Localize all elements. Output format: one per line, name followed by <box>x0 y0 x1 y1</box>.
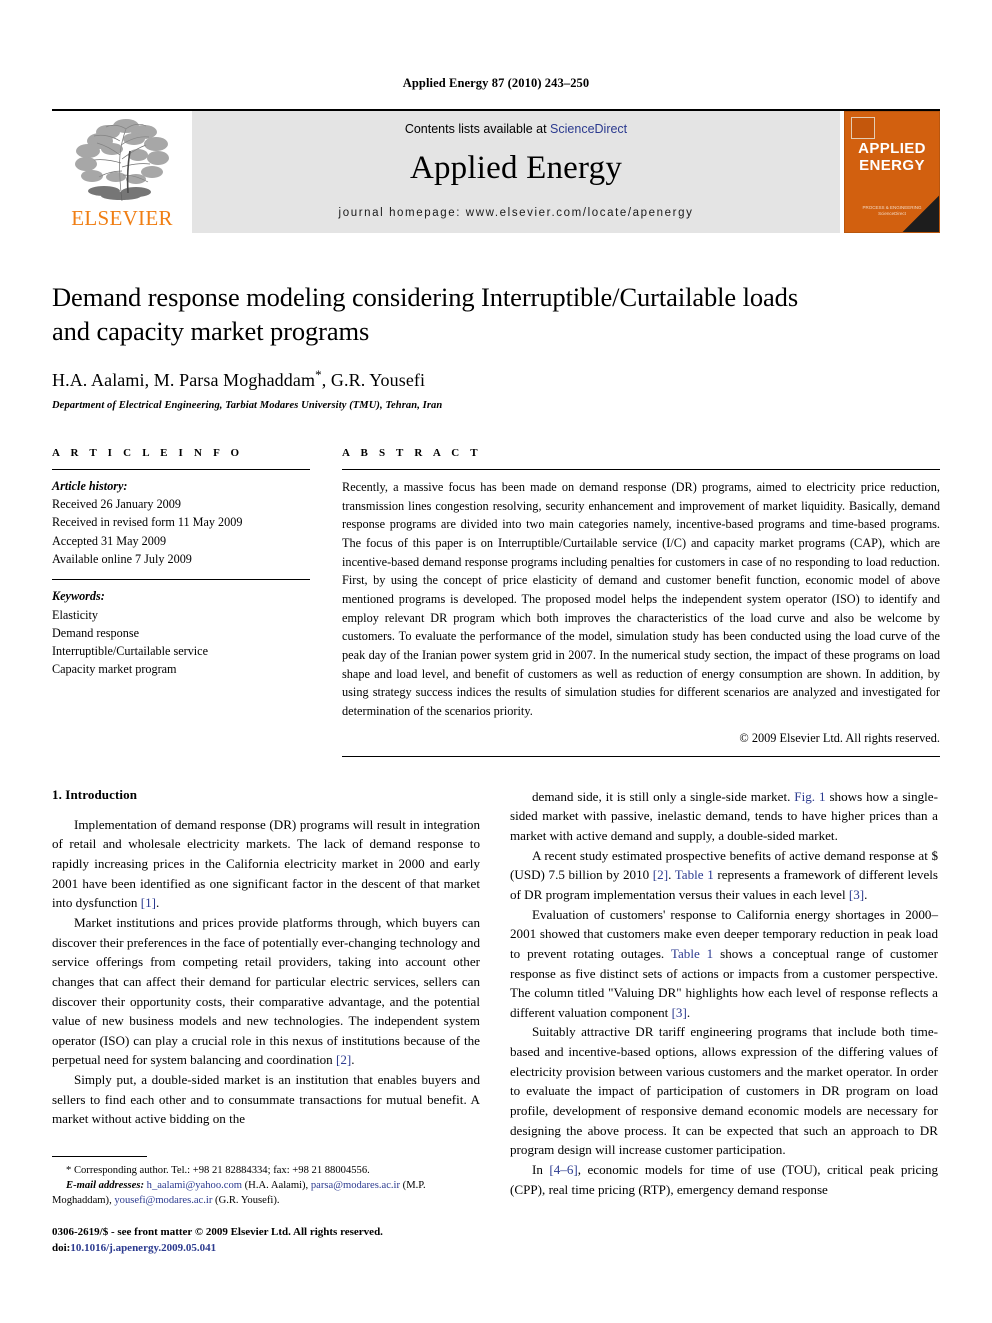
corresponding-author-note: * Corresponding author. Tel.: +98 21 828… <box>66 1164 370 1176</box>
journal-cover-thumbnail: APPLIED ENERGY PROCESS & ENGINEERING Sci… <box>840 111 940 233</box>
body-text: . <box>351 1052 355 1068</box>
email-owner: (H.A. Aalami), <box>242 1180 311 1192</box>
info-abstract-section: A R T I C L E I N F O Article history: R… <box>52 447 940 757</box>
footnote-block: * Corresponding author. Tel.: +98 21 828… <box>52 1155 480 1257</box>
keyword-item: Demand response <box>52 625 139 640</box>
intro-right-paragraphs: demand side, it is still only a single-s… <box>510 787 938 1199</box>
corresponding-author-marker: * <box>315 366 322 382</box>
footnote-rule <box>52 1155 147 1157</box>
elsevier-logo: ELSEVIER <box>52 111 192 233</box>
body-paragraph: In [4–6], economic models for time of us… <box>510 1160 938 1199</box>
body-text: Simply put, a double-sided market is an … <box>52 1072 480 1127</box>
imprint-block: 0306-2619/$ - see front matter © 2009 El… <box>52 1224 480 1257</box>
body-paragraph: Suitably attractive DR tariff engineerin… <box>510 1022 938 1159</box>
history-item: Available online 7 July 2009 <box>52 552 192 566</box>
reference-link[interactable]: [2] <box>336 1052 351 1067</box>
body-paragraph: Implementation of demand response (DR) p… <box>52 815 480 913</box>
abstract-bottom-rule <box>342 755 940 757</box>
body-text: In <box>532 1161 550 1177</box>
journal-homepage-link[interactable]: journal homepage: www.elsevier.com/locat… <box>192 207 840 219</box>
doi-line: doi:10.1016/j.apenergy.2009.05.041 <box>52 1240 480 1257</box>
title-block: Demand response modeling considering Int… <box>52 281 940 411</box>
reference-link[interactable]: Fig. 1 <box>794 789 825 804</box>
elsevier-wordmark: ELSEVIER <box>71 206 173 230</box>
email-label: E-mail addresses: <box>66 1180 144 1192</box>
contents-prefix: Contents lists available at <box>404 122 551 136</box>
masthead-center: Contents lists available at ScienceDirec… <box>192 111 840 233</box>
article-info-column: A R T I C L E I N F O Article history: R… <box>52 447 310 757</box>
paper-page: Applied Energy 87 (2010) 243–250 ELSEVIE… <box>0 0 992 1323</box>
running-head: Applied Energy 87 (2010) 243–250 <box>402 76 590 90</box>
doi-label: doi: <box>52 1242 71 1255</box>
history-item: Received 26 January 2009 <box>52 497 181 512</box>
cover-title-line1: APPLIED <box>858 140 926 157</box>
email-link[interactable]: yousefi@modares.ac.ir <box>114 1195 212 1206</box>
body-text: . <box>668 867 675 883</box>
contents-available-line: Contents lists available at ScienceDirec… <box>192 111 840 136</box>
body-text: Market institutions and prices provide p… <box>52 914 481 1068</box>
elsevier-tree-icon <box>75 119 169 202</box>
doi-link[interactable]: 10.1016/j.apenergy.2009.05.041 <box>70 1242 216 1254</box>
journal-masthead: ELSEVIER Contents lists available at Sci… <box>52 109 940 233</box>
keyword-item: Interruptible/Curtailable service <box>52 644 209 659</box>
journal-title: Applied Energy <box>409 150 623 186</box>
keywords-group: Keywords: Elasticity Demand response Int… <box>52 580 310 678</box>
keywords-heading: Keywords: <box>52 589 105 604</box>
reference-link[interactable]: [2] <box>653 867 668 882</box>
authors-head: H.A. Aalami, M. Parsa Moghaddam <box>52 369 316 390</box>
keyword-item: Capacity market program <box>52 662 177 677</box>
body-columns: 1. Introduction Implementation of demand… <box>52 787 940 1257</box>
body-text: Implementation of demand response (DR) p… <box>52 816 480 911</box>
reference-link[interactable]: [1] <box>141 895 156 910</box>
section-heading-introduction: 1. Introduction <box>52 786 138 802</box>
email-link[interactable]: h_aalami@yahoo.com <box>147 1180 242 1191</box>
author-list: H.A. Aalami, M. Parsa Moghaddam*, G.R. Y… <box>52 367 940 391</box>
paper-title: Demand response modeling considering Int… <box>52 281 940 349</box>
email-link[interactable]: parsa@modares.ac.ir <box>311 1180 400 1191</box>
sciencedirect-link[interactable]: ScienceDirect <box>550 122 627 136</box>
reference-link[interactable]: Table 1 <box>671 946 713 961</box>
article-info-label: A R T I C L E I N F O <box>52 446 244 459</box>
affiliation: Department of Electrical Engineering, Ta… <box>52 399 443 411</box>
body-column-left: 1. Introduction Implementation of demand… <box>52 787 480 1257</box>
abstract-column: A B S T R A C T Recently, a massive focu… <box>342 447 940 757</box>
email-owner: (G.R. Yousefi). <box>212 1195 280 1207</box>
cover-publisher-badge-icon <box>851 117 875 139</box>
body-paragraph: A recent study estimated prospective ben… <box>510 846 938 905</box>
paper-title-line1: Demand response modeling considering Int… <box>52 282 799 312</box>
cover-title: APPLIED ENERGY <box>845 140 939 175</box>
abstract-text: Recently, a massive focus has been made … <box>342 479 940 719</box>
reference-link[interactable]: Table 1 <box>675 867 714 882</box>
paper-title-line2: and capacity market programs <box>52 315 370 346</box>
body-paragraph: Market institutions and prices provide p… <box>52 913 480 1070</box>
body-paragraph: demand side, it is still only a single-s… <box>510 787 938 846</box>
email-addresses-note: E-mail addresses: h_aalami@yahoo.com (H.… <box>52 1178 480 1209</box>
issn-copyright-line: 0306-2619/$ - see front matter © 2009 El… <box>52 1225 383 1238</box>
reference-link[interactable]: [4–6] <box>549 1162 577 1177</box>
keyword-item: Elasticity <box>52 607 99 622</box>
article-history-group: Article history: Received 26 January 200… <box>52 470 310 568</box>
reference-link[interactable]: [3] <box>672 1005 687 1020</box>
body-text: Suitably attractive DR tariff engineerin… <box>510 1024 938 1158</box>
intro-left-paragraphs: Implementation of demand response (DR) p… <box>52 815 480 1129</box>
cover-title-line2: ENERGY <box>859 157 925 175</box>
abstract-label: A B S T R A C T <box>342 446 482 459</box>
reference-link[interactable]: [3] <box>849 887 864 902</box>
history-item: Accepted 31 May 2009 <box>52 533 167 548</box>
history-item: Received in revised form 11 May 2009 <box>52 515 243 530</box>
body-paragraph: Evaluation of customers' response to Cal… <box>510 905 938 1023</box>
body-text: . <box>156 895 160 911</box>
body-paragraph: Simply put, a double-sided market is an … <box>52 1070 480 1129</box>
body-text: . <box>864 886 868 902</box>
authors-tail: , G.R. Yousefi <box>321 369 426 390</box>
copyright-line: © 2009 Elsevier Ltd. All rights reserved… <box>739 730 940 745</box>
article-history-heading: Article history: <box>52 478 128 493</box>
cover-art: APPLIED ENERGY PROCESS & ENGINEERING Sci… <box>844 111 940 233</box>
body-text: demand side, it is still only a single-s… <box>532 788 795 804</box>
body-column-right: demand side, it is still only a single-s… <box>510 787 938 1257</box>
body-text: . <box>686 1004 691 1020</box>
